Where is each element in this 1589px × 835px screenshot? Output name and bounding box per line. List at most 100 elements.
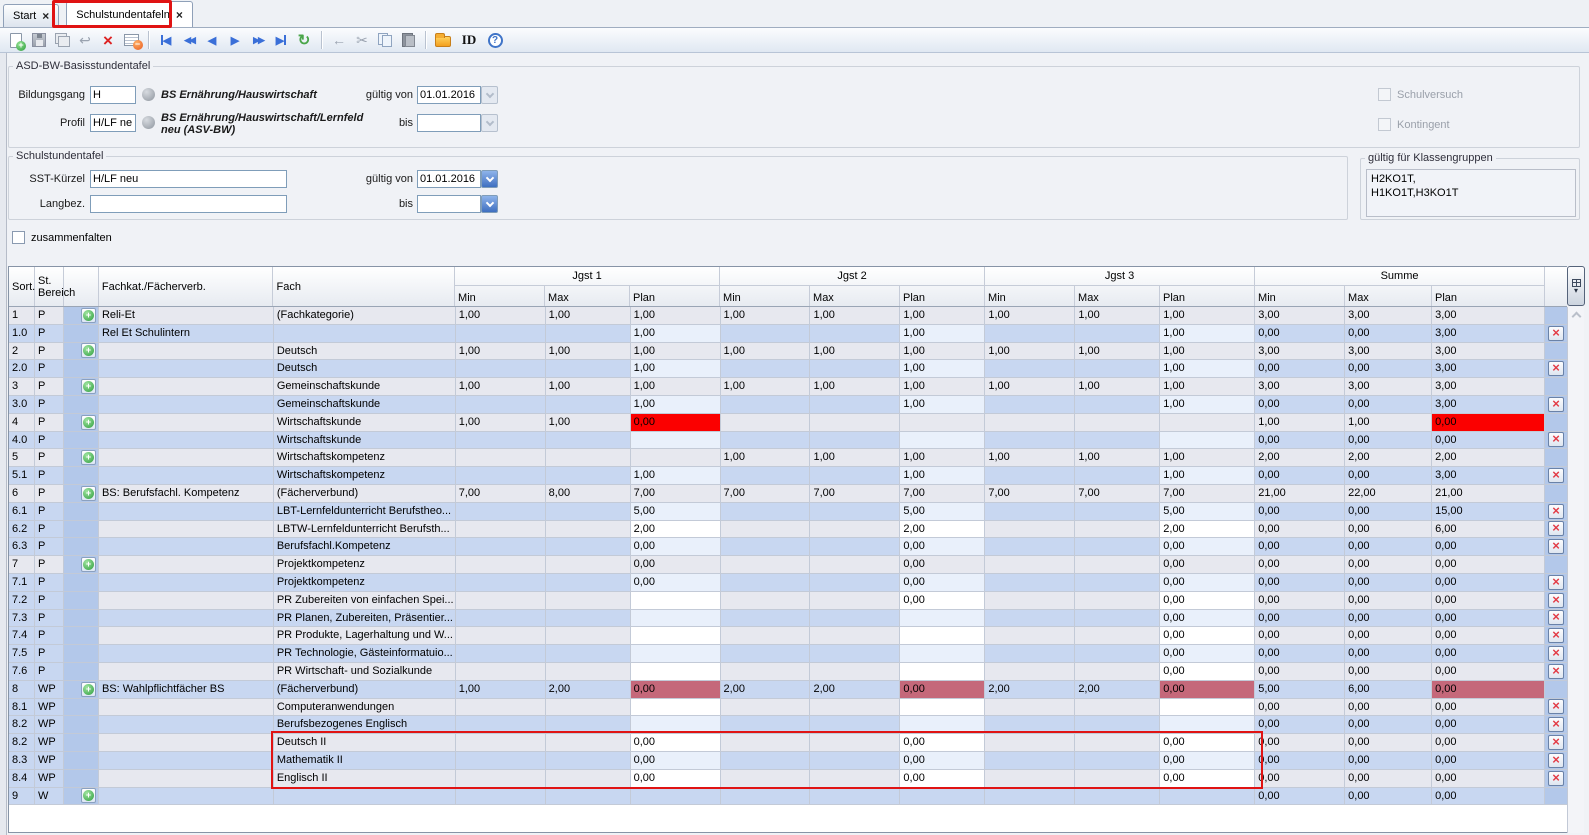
cell-value[interactable]: 0,00 bbox=[1432, 770, 1545, 788]
vertical-scrollbar[interactable] bbox=[1567, 307, 1584, 833]
cell-value[interactable] bbox=[631, 699, 721, 717]
cell-value[interactable]: 0,00 bbox=[1160, 770, 1255, 788]
cell-value[interactable]: 0,00 bbox=[1255, 592, 1345, 610]
cell-value[interactable] bbox=[721, 752, 811, 770]
table-row[interactable]: 8.4WPEnglisch II0,000,000,000,000,000,00… bbox=[9, 770, 1567, 788]
cell-value[interactable] bbox=[1075, 627, 1160, 645]
cell-value[interactable] bbox=[456, 645, 546, 663]
cell-value[interactable]: 0,00 bbox=[1345, 521, 1432, 539]
duplicate-button[interactable] bbox=[52, 30, 72, 50]
cell-value[interactable]: 1,00 bbox=[721, 378, 811, 396]
table-row[interactable]: 4P+Wirtschaftskunde1,001,000,001,001,000… bbox=[9, 414, 1567, 432]
delete-row-button[interactable]: × bbox=[1548, 717, 1564, 732]
cell-value[interactable] bbox=[810, 503, 900, 521]
cell-value[interactable]: 3,00 bbox=[1432, 360, 1545, 378]
cell-value[interactable] bbox=[546, 699, 631, 717]
cell-value[interactable]: 1,00 bbox=[1075, 378, 1160, 396]
cell-value[interactable] bbox=[900, 610, 985, 628]
cell-value[interactable] bbox=[1075, 699, 1160, 717]
cell-value[interactable]: 0,00 bbox=[1255, 503, 1345, 521]
cell-value[interactable] bbox=[456, 610, 546, 628]
cell-fach[interactable]: Englisch II bbox=[274, 770, 456, 788]
cell-value[interactable]: 0,00 bbox=[1432, 592, 1545, 610]
table-row[interactable]: 6.2PLBTW-Lernfeldunterricht Berufsth...2… bbox=[9, 521, 1567, 539]
basis-bis-input[interactable] bbox=[417, 114, 481, 132]
cell-value[interactable]: 1,00 bbox=[1075, 307, 1160, 325]
col-header-min[interactable]: Min bbox=[720, 286, 810, 306]
cell-value[interactable] bbox=[810, 699, 900, 717]
cell-fachkat[interactable]: Rel Et Schulintern bbox=[99, 325, 274, 343]
cell-value[interactable]: 3,00 bbox=[1432, 467, 1545, 485]
col-header-min[interactable]: Min bbox=[985, 286, 1075, 306]
sst-gueltig-von-input[interactable] bbox=[417, 170, 481, 188]
cell-value[interactable]: 0,00 bbox=[1255, 627, 1345, 645]
cell-value[interactable]: 1,00 bbox=[810, 378, 900, 396]
cell-value[interactable]: 0,00 bbox=[1160, 610, 1255, 628]
cell-value[interactable] bbox=[810, 574, 900, 592]
cell-value[interactable]: 3,00 bbox=[1432, 343, 1545, 361]
cell-value[interactable]: 2,00 bbox=[546, 681, 631, 699]
cell-fachkat[interactable] bbox=[99, 378, 274, 396]
cell-value[interactable] bbox=[985, 396, 1075, 414]
cell-fachkat[interactable] bbox=[99, 610, 274, 628]
cell-fach[interactable]: (Fächerverbund) bbox=[274, 485, 456, 503]
cell-value[interactable] bbox=[900, 645, 985, 663]
cell-fachkat[interactable]: Reli-Et bbox=[99, 307, 274, 325]
cell-value[interactable]: 0,00 bbox=[1160, 574, 1255, 592]
cell-value[interactable]: 0,00 bbox=[631, 414, 721, 432]
cell-value[interactable] bbox=[985, 325, 1075, 343]
cell-value[interactable]: 0,00 bbox=[900, 592, 985, 610]
cell-fach[interactable]: Deutsch bbox=[274, 343, 456, 361]
table-row[interactable]: 6.3PBerufsfachl.Kompetenz0,000,000,000,0… bbox=[9, 538, 1567, 556]
cell-value[interactable]: 0,00 bbox=[631, 556, 721, 574]
cell-value[interactable] bbox=[810, 521, 900, 539]
cell-value[interactable] bbox=[985, 645, 1075, 663]
cell-value[interactable] bbox=[810, 788, 900, 806]
cell-value[interactable]: 0,00 bbox=[1432, 627, 1545, 645]
cell-value[interactable] bbox=[631, 610, 721, 628]
cell-value[interactable] bbox=[810, 538, 900, 556]
zusammenfalten-checkbox[interactable] bbox=[12, 231, 25, 244]
cell-value[interactable] bbox=[721, 521, 811, 539]
table-row[interactable]: 8.3WPMathematik II0,000,000,000,000,000,… bbox=[9, 752, 1567, 770]
col-header-min[interactable]: Min bbox=[1255, 286, 1345, 306]
cell-value[interactable]: 0,00 bbox=[1345, 645, 1432, 663]
cell-value[interactable] bbox=[1075, 414, 1160, 432]
cell-value[interactable] bbox=[1075, 788, 1160, 806]
cell-fachkat[interactable] bbox=[99, 645, 274, 663]
cell-value[interactable] bbox=[631, 788, 721, 806]
cell-value[interactable] bbox=[546, 556, 631, 574]
cell-value[interactable]: 0,00 bbox=[1160, 592, 1255, 610]
col-header-min[interactable]: Min bbox=[455, 286, 545, 306]
cell-value[interactable]: 2,00 bbox=[1345, 449, 1432, 467]
remove-form-button[interactable]: − bbox=[121, 30, 141, 50]
cell-value[interactable] bbox=[456, 360, 546, 378]
cell-value[interactable] bbox=[985, 521, 1075, 539]
cell-value[interactable] bbox=[1075, 592, 1160, 610]
cell-value[interactable] bbox=[631, 645, 721, 663]
cell-fach[interactable]: (Fächerverbund) bbox=[274, 681, 456, 699]
cell-value[interactable] bbox=[1075, 645, 1160, 663]
delete-row-button[interactable]: × bbox=[1548, 593, 1564, 608]
cell-value[interactable]: 0,00 bbox=[900, 556, 985, 574]
cell-value[interactable]: 1,00 bbox=[546, 414, 631, 432]
cell-value[interactable] bbox=[546, 325, 631, 343]
cell-value[interactable]: 0,00 bbox=[1345, 663, 1432, 681]
cell-value[interactable]: 1,00 bbox=[546, 378, 631, 396]
cell-value[interactable]: 0,00 bbox=[1432, 752, 1545, 770]
cell-value[interactable]: 0,00 bbox=[1345, 360, 1432, 378]
table-row[interactable]: 8.2WPBerufsbezogenes Englisch0,000,000,0… bbox=[9, 716, 1567, 734]
cell-value[interactable] bbox=[631, 449, 721, 467]
cell-value[interactable]: 3,00 bbox=[1345, 343, 1432, 361]
add-row-button[interactable]: + bbox=[81, 450, 96, 465]
cell-value[interactable] bbox=[810, 770, 900, 788]
cell-fachkat[interactable] bbox=[99, 556, 274, 574]
cell-value[interactable] bbox=[546, 627, 631, 645]
cell-value[interactable]: 0,00 bbox=[631, 752, 721, 770]
cell-fach[interactable]: PR Produkte, Lagerhaltung und W... bbox=[274, 627, 456, 645]
cell-value[interactable] bbox=[456, 574, 546, 592]
cell-value[interactable] bbox=[900, 716, 985, 734]
cell-value[interactable]: 0,00 bbox=[1432, 538, 1545, 556]
cell-value[interactable] bbox=[900, 788, 985, 806]
cell-value[interactable]: 0,00 bbox=[631, 681, 721, 699]
